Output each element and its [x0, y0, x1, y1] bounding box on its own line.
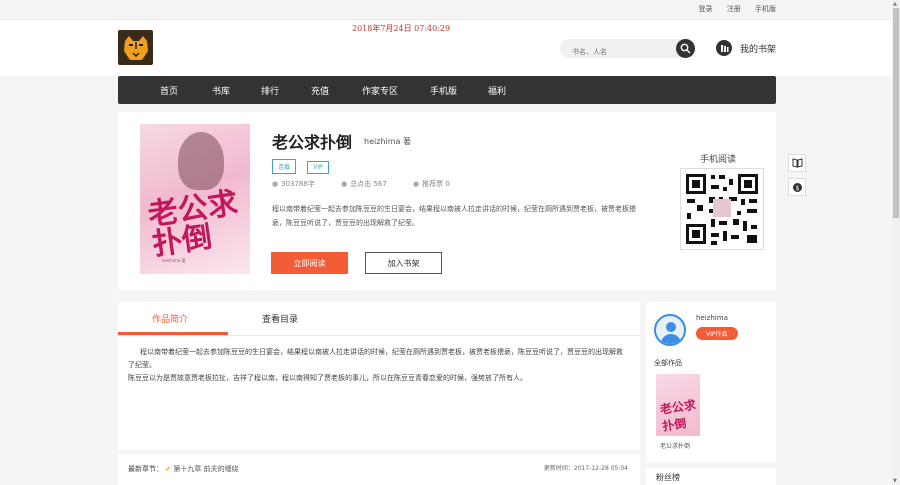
my-shelf-label: 我的书架	[740, 44, 777, 55]
nav-item-welfare[interactable]: 福利	[488, 84, 506, 97]
nav-item-ranking[interactable]: 排行	[261, 84, 279, 97]
book-toggle-button[interactable]	[788, 154, 806, 172]
add-to-shelf-button[interactable]: 加入书架	[365, 252, 442, 274]
book-info-panel: 老公求扑倒 heizhima 著 老公求扑倒 heizhima 著 连载 VIP…	[118, 112, 776, 290]
new-chapter-icon: ✔	[165, 465, 172, 473]
author-avatar[interactable]	[654, 314, 686, 346]
fans-ranking-title: 粉丝榜	[656, 473, 680, 482]
search-button[interactable]	[676, 39, 695, 58]
tab-divider	[118, 335, 640, 336]
latest-chapter: 最新章节： ✔ 第十九章 前夫的缠绕	[128, 464, 239, 474]
book-tags: 连载 VIP	[272, 154, 335, 174]
word-count: ● 303788字	[272, 180, 315, 188]
cover-figure	[178, 132, 224, 190]
tab-intro[interactable]: 作品简介	[152, 312, 188, 325]
book-content-panel: 作品简介 查看目录 程以南带着纪莹一起去参加陈豆豆的生日宴会，结果程以南被人拉走…	[118, 302, 640, 450]
vip-tag: VIP	[307, 161, 329, 174]
open-book-icon	[792, 158, 802, 168]
datetime-display: 2018年7月24日 07:40:29	[352, 24, 451, 33]
nav-item-recharge[interactable]: 充值	[311, 84, 329, 97]
scrollbar-thumb[interactable]	[893, 8, 899, 218]
book-description: 程以南带着纪莹一起去参加陈豆豆的生日宴会，结果程以南被人拉走讲话的时候，纪莹在厕…	[272, 205, 636, 227]
my-shelf-link[interactable]: 我的书架	[716, 40, 776, 56]
site-logo[interactable]	[118, 30, 153, 65]
book-title: 老公求扑倒	[272, 133, 353, 152]
svg-text:$: $	[795, 185, 799, 192]
nav-item-mobile[interactable]: 手机版	[430, 84, 457, 97]
top-links: 登录 注册 手机版	[687, 4, 776, 14]
page-scrollbar[interactable]: ▲ ▼	[892, 0, 900, 485]
book-cover[interactable]: 老公求扑倒 heizhima 著	[140, 124, 250, 274]
book-author: heizhima 著	[364, 136, 411, 147]
mobile-link[interactable]: 手机版	[755, 5, 776, 13]
work-title[interactable]: 老公求扑倒	[660, 441, 690, 450]
latest-chapter-bar: 最新章节： ✔ 第十九章 前夫的缠绕 更新时间：2017-12-28 05:04	[118, 454, 640, 485]
scroll-down-icon[interactable]: ▼	[893, 478, 897, 484]
author-panel-name[interactable]: heizhima	[696, 314, 728, 322]
total-clicks: ● 总点击 567	[341, 180, 387, 188]
active-tab-indicator	[118, 332, 228, 335]
nav-item-home[interactable]: 首页	[160, 84, 178, 97]
nav-item-library[interactable]: 书库	[212, 84, 230, 97]
intro-text: 程以南带着纪莹一起去参加陈豆豆的生日宴会，结果程以南被人拉走讲话的时候，纪莹在厕…	[128, 346, 628, 385]
coin-button[interactable]: $	[788, 178, 806, 196]
nav-item-writers[interactable]: 作家专区	[362, 84, 398, 97]
cover-title: 老公求扑倒	[145, 185, 240, 263]
latest-chapter-label: 最新章节：	[128, 465, 163, 473]
floating-sidebar: $	[788, 154, 806, 202]
search-box	[560, 39, 695, 62]
qr-code-icon	[686, 174, 758, 245]
mobile-read-label: 手机阅读	[700, 155, 737, 165]
tiger-logo-icon	[123, 35, 148, 60]
recommend-votes: ● 推荐票 0	[413, 180, 450, 188]
search-icon	[680, 43, 691, 54]
work-cover-title: 老公求扑倒	[659, 397, 697, 434]
cover-subtitle: heizhima 著	[162, 258, 186, 263]
read-now-button[interactable]: 立即阅读	[271, 252, 348, 274]
login-link[interactable]: 登录	[699, 5, 713, 13]
update-time: 更新时间：2017-12-28 05:04	[543, 465, 628, 472]
vip-works-badge: VIP作品	[696, 327, 738, 340]
register-link[interactable]: 注册	[727, 5, 741, 13]
qr-code	[680, 168, 764, 250]
site-header: 2018年7月24日 07:40:29 我的书架	[0, 20, 892, 76]
fans-ranking-panel: 粉丝榜	[646, 468, 776, 485]
scroll-up-icon[interactable]: ▲	[893, 1, 897, 7]
intro-paragraph-2: 陈豆豆以为是贾故意贾老板拉扯，吉祥了程以南，程以南得知了贾老板的事儿，所以在陈豆…	[128, 374, 527, 382]
top-bar: 登录 注册 手机版	[0, 0, 892, 20]
book-stats: ● 303788字 ● 总点击 567 ● 推荐票 0	[272, 179, 474, 189]
author-suffix: 著	[402, 137, 411, 146]
author-panel: heizhima VIP作品 全部作品 老公求扑倒 老公求扑倒	[646, 302, 776, 462]
intro-paragraph-1: 程以南带着纪莹一起去参加陈豆豆的生日宴会，结果程以南被人拉走讲话的时候，纪莹在厕…	[128, 348, 623, 369]
main-nav: 首页 书库 排行 充值 作家专区 手机版 福利	[118, 76, 776, 104]
author-name[interactable]: heizhima	[364, 137, 400, 146]
tab-catalog[interactable]: 查看目录	[262, 312, 298, 325]
latest-chapter-link[interactable]: 第十九章 前夫的缠绕	[173, 465, 238, 473]
all-works-title: 全部作品	[654, 359, 682, 367]
work-cover[interactable]: 老公求扑倒	[656, 374, 700, 436]
coin-icon: $	[792, 182, 802, 192]
bookshelf-icon	[716, 40, 732, 56]
status-tag: 连载	[272, 159, 297, 174]
search-input[interactable]	[560, 42, 670, 62]
